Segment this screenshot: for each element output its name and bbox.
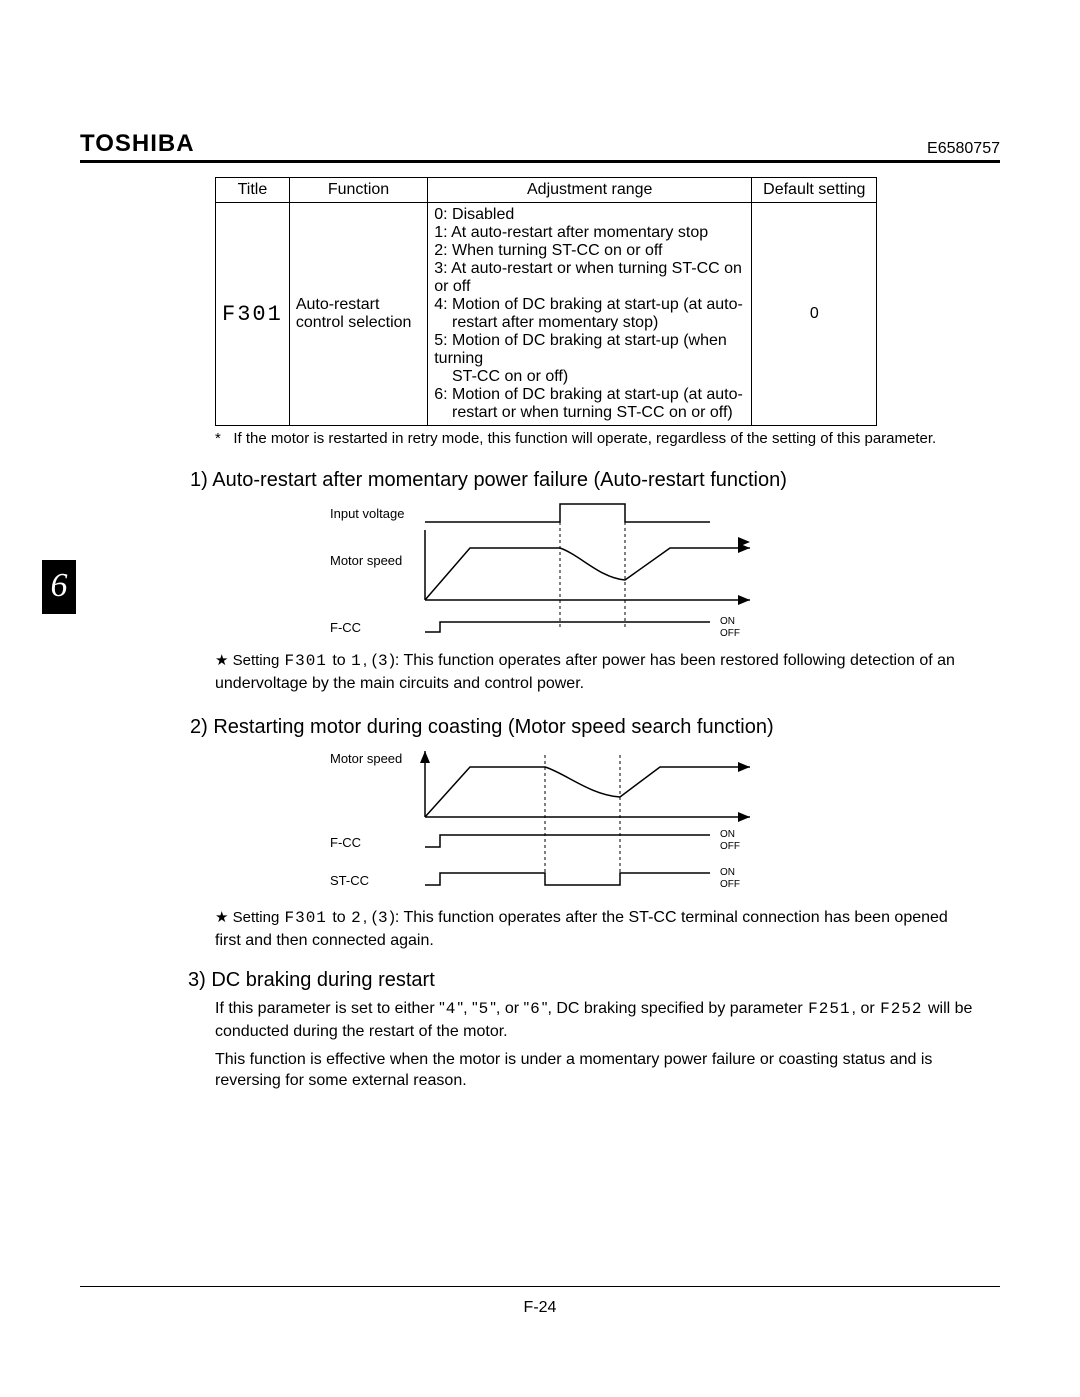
star-icon: ★ Setting (215, 909, 283, 926)
code-f252: F252 (879, 999, 923, 1021)
page-number: F-24 (0, 1299, 1080, 1317)
label-motor-speed: Motor speed (330, 751, 402, 766)
label-motor-speed: Motor speed (330, 553, 402, 568)
page: 6 TOSHIBA E6580757 Title Function Adjust… (0, 0, 1080, 1397)
code-3: 3 (377, 651, 390, 673)
section2-note: ★ Setting F301 to 2, (3): This function … (215, 907, 975, 951)
section3-heading: 3) DC braking during restart (188, 969, 1000, 992)
txt: to (328, 652, 350, 669)
label-off: OFF (720, 628, 740, 639)
table-header-row: Title Function Adjustment range Default … (216, 178, 877, 203)
brand-logo: TOSHIBA (80, 130, 195, 158)
txt: , ( (363, 909, 377, 926)
parameter-table: Title Function Adjustment range Default … (215, 177, 877, 426)
th-title: Title (216, 178, 290, 203)
code-4: 4 (445, 999, 458, 1021)
range-line: restart after momentary stop) (434, 314, 745, 332)
code-2: 2 (350, 908, 363, 930)
th-range: Adjustment range (428, 178, 752, 203)
label-input-voltage: Input voltage (330, 506, 404, 521)
label-fcc: F-CC (330, 835, 361, 850)
cell-adjustment-range: 0: Disabled 1: At auto-restart after mom… (428, 203, 752, 426)
diagram-auto-restart: Input voltage Motor speed F-CC ON OFF (330, 500, 810, 650)
label-fcc: F-CC (330, 620, 361, 635)
cell-function: Auto-restart control selection (289, 203, 427, 426)
label-stcc: ST-CC (330, 873, 369, 888)
label-off: OFF (720, 841, 740, 852)
star-icon: ★ Setting (215, 652, 283, 669)
txt: ", or " (490, 1000, 529, 1017)
range-line: 3: At auto-restart or when turning ST-CC… (434, 260, 745, 296)
txt: , or (852, 1000, 880, 1017)
code-f301: F301 (283, 651, 327, 673)
section3-body: If this parameter is set to either "4", … (215, 998, 975, 1091)
th-function: Function (289, 178, 427, 203)
table-row: F301 Auto-restart control selection 0: D… (216, 203, 877, 426)
page-header: TOSHIBA E6580757 (80, 130, 1000, 163)
code-f301: F301 (283, 908, 327, 930)
cell-default: 0 (752, 203, 877, 426)
code-6: 6 (529, 999, 542, 1021)
range-line: 1: At auto-restart after momentary stop (434, 224, 745, 242)
section1-note: ★ Setting F301 to 1, (3): This function … (215, 650, 975, 694)
footnote-text: If the motor is restarted in retry mode,… (233, 430, 936, 447)
code-1: 1 (350, 651, 363, 673)
code-f251: F251 (807, 999, 851, 1021)
document-number: E6580757 (927, 140, 1000, 158)
code-3: 3 (377, 908, 390, 930)
label-on: ON (720, 867, 735, 878)
th-default: Default setting (752, 178, 877, 203)
txt: , ( (363, 652, 377, 669)
range-line: 2: When turning ST-CC on or off (434, 242, 745, 260)
chapter-tab: 6 (42, 560, 76, 614)
table-footnote: * If the motor is restarted in retry mod… (215, 430, 995, 447)
footer-rule (80, 1286, 1000, 1287)
label-off: OFF (720, 879, 740, 890)
txt: If this parameter is set to either " (215, 1000, 445, 1017)
txt: This function is effective when the moto… (215, 1051, 932, 1090)
range-line: 0: Disabled (434, 206, 745, 224)
diagram-motor-coasting: Motor speed F-CC ON OFF ST-CC ON OFF (330, 747, 810, 907)
section2-heading: 2) Restarting motor during coasting (Mot… (190, 716, 1000, 739)
cell-title-code: F301 (216, 203, 290, 426)
range-line: 5: Motion of DC braking at start-up (whe… (434, 332, 745, 368)
section1-heading: 1) Auto-restart after momentary power fa… (190, 469, 1000, 492)
txt: ", " (457, 1000, 477, 1017)
label-on: ON (720, 616, 735, 627)
footnote-mark: * (215, 430, 221, 447)
txt: ", DC braking specified by parameter (542, 1000, 807, 1017)
range-line: restart or when turning ST-CC on or off) (434, 404, 745, 422)
txt: to (328, 909, 350, 926)
range-line: 6: Motion of DC braking at start-up (at … (434, 386, 745, 404)
label-on: ON (720, 829, 735, 840)
range-line: ST-CC on or off) (434, 368, 745, 386)
range-line: 4: Motion of DC braking at start-up (at … (434, 296, 745, 314)
code-5: 5 (478, 999, 491, 1021)
